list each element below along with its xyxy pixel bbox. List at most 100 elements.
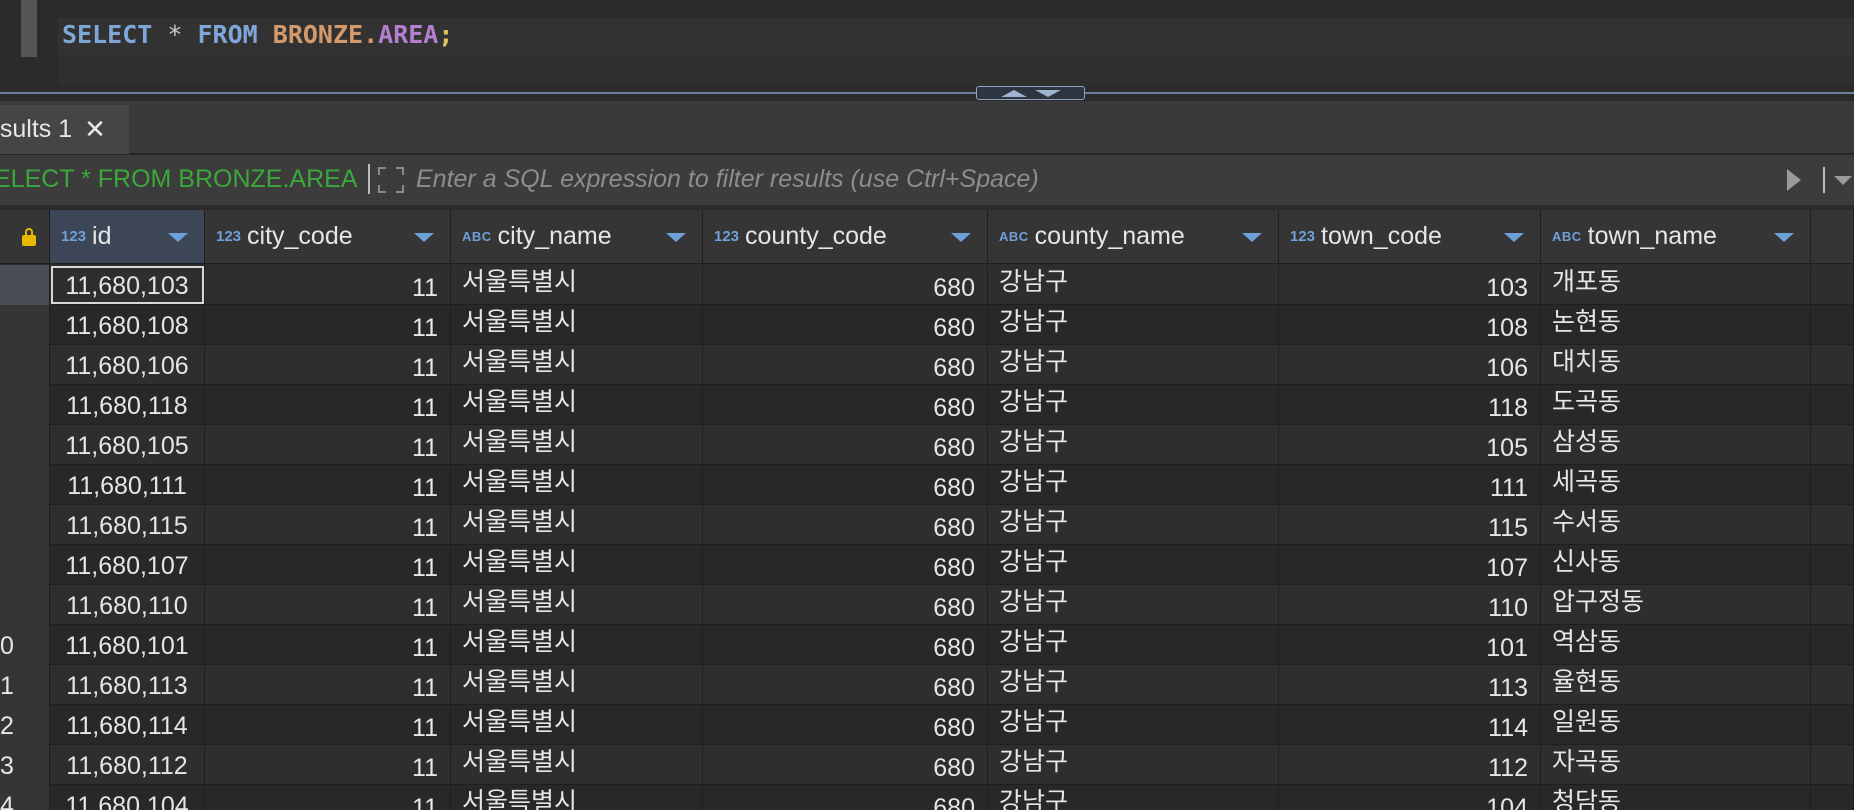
cell-city-name[interactable]: 서울특별시 <box>451 305 703 345</box>
cell-city-code[interactable]: 11 <box>205 705 451 745</box>
cell-id[interactable]: 11,680,115 <box>50 505 205 545</box>
cell-county-name[interactable]: 강남구 <box>988 305 1279 345</box>
table-row[interactable]: 0 11,680,101 11 서울특별시 680 강남구 101 역삼동 <box>0 625 1854 665</box>
cell-id[interactable]: 11,680,114 <box>50 705 205 745</box>
sql-statement[interactable]: SELECT * FROM BRONZE.AREA; <box>62 19 453 51</box>
cell-city-code[interactable]: 11 <box>205 785 451 810</box>
editor-empty-line[interactable] <box>58 56 1854 86</box>
row-number-cell[interactable] <box>0 265 50 305</box>
cell-county-name[interactable]: 강남구 <box>988 465 1279 505</box>
cell-city-code[interactable]: 11 <box>205 305 451 345</box>
table-row[interactable]: 11,680,110 11 서울특별시 680 강남구 110 압구정동 <box>0 585 1854 625</box>
cell-county-name[interactable]: 강남구 <box>988 625 1279 665</box>
cell-county-code[interactable]: 680 <box>703 305 988 345</box>
cell-county-code[interactable]: 680 <box>703 665 988 705</box>
cell-county-name[interactable]: 강남구 <box>988 385 1279 425</box>
cell-city-code[interactable]: 11 <box>205 585 451 625</box>
cell-town-name[interactable]: 역삼동 <box>1541 625 1811 665</box>
cell-city-code[interactable]: 11 <box>205 505 451 545</box>
row-number-cell[interactable]: 4 <box>0 785 50 810</box>
column-filter-icon[interactable] <box>951 233 971 242</box>
table-row[interactable]: 2 11,680,114 11 서울특별시 680 강남구 114 일원동 <box>0 705 1854 745</box>
column-filter-icon[interactable] <box>666 233 686 242</box>
cell-town-code[interactable]: 113 <box>1279 665 1541 705</box>
row-number-cell[interactable]: 3 <box>0 745 50 785</box>
sql-editor[interactable]: SELECT * FROM BRONZE.AREA; <box>0 0 1854 94</box>
cell-county-code[interactable]: 680 <box>703 505 988 545</box>
column-header-town-name[interactable]: ABC town_name <box>1541 210 1811 264</box>
cell-county-code[interactable]: 680 <box>703 265 988 305</box>
cell-town-name[interactable]: 압구정동 <box>1541 585 1811 625</box>
cell-county-name[interactable]: 강남구 <box>988 425 1279 465</box>
cell-city-code[interactable]: 11 <box>205 625 451 665</box>
cell-id[interactable]: 11,680,103 <box>50 265 205 305</box>
cell-id[interactable]: 11,680,106 <box>50 345 205 385</box>
row-number-cell[interactable] <box>0 425 50 465</box>
cell-county-code[interactable]: 680 <box>703 345 988 385</box>
row-number-cell[interactable] <box>0 465 50 505</box>
cell-city-code[interactable]: 11 <box>205 385 451 425</box>
cell-county-name[interactable]: 강남구 <box>988 345 1279 385</box>
cell-city-code[interactable]: 11 <box>205 545 451 585</box>
cell-city-name[interactable]: 서울특별시 <box>451 785 703 810</box>
cell-city-name[interactable]: 서울특별시 <box>451 385 703 425</box>
cell-city-name[interactable]: 서울특별시 <box>451 545 703 585</box>
cell-id[interactable]: 11,680,118 <box>50 385 205 425</box>
cell-city-name[interactable]: 서울특별시 <box>451 505 703 545</box>
cell-city-code[interactable]: 11 <box>205 465 451 505</box>
cell-id[interactable]: 11,680,113 <box>50 665 205 705</box>
close-icon[interactable]: ✕ <box>84 117 106 143</box>
cell-county-code[interactable]: 680 <box>703 785 988 810</box>
cell-town-code[interactable]: 106 <box>1279 345 1541 385</box>
cell-county-code[interactable]: 680 <box>703 425 988 465</box>
cell-id[interactable]: 11,680,111 <box>50 465 205 505</box>
cell-city-name[interactable]: 서울특별시 <box>451 745 703 785</box>
cell-county-name[interactable]: 강남구 <box>988 665 1279 705</box>
cell-city-name[interactable]: 서울특별시 <box>451 345 703 385</box>
cell-town-code[interactable]: 108 <box>1279 305 1541 345</box>
cell-id[interactable]: 11,680,110 <box>50 585 205 625</box>
cell-city-name[interactable]: 서울특별시 <box>451 705 703 745</box>
column-header-county-name[interactable]: ABC county_name <box>988 210 1279 264</box>
row-number-cell[interactable]: 1 <box>0 665 50 705</box>
cell-county-code[interactable]: 680 <box>703 585 988 625</box>
cell-county-name[interactable]: 강남구 <box>988 785 1279 810</box>
table-row[interactable]: 11,680,118 11 서울특별시 680 강남구 118 도곡동 <box>0 385 1854 425</box>
column-header-city-name[interactable]: ABC city_name <box>451 210 703 264</box>
cell-town-name[interactable]: 논현동 <box>1541 305 1811 345</box>
cell-town-code[interactable]: 114 <box>1279 705 1541 745</box>
column-header-id[interactable]: 123 id <box>50 210 205 264</box>
row-number-cell[interactable] <box>0 545 50 585</box>
cell-county-code[interactable]: 680 <box>703 465 988 505</box>
cell-county-name[interactable]: 강남구 <box>988 265 1279 305</box>
cell-town-name[interactable]: 삼성동 <box>1541 425 1811 465</box>
row-number-cell[interactable] <box>0 305 50 345</box>
table-row[interactable]: 11,680,103 11 서울특별시 680 강남구 103 개포동 <box>0 265 1854 305</box>
column-header-county-code[interactable]: 123 county_code <box>703 210 988 264</box>
cell-city-code[interactable]: 11 <box>205 345 451 385</box>
expand-icon[interactable] <box>378 167 404 193</box>
cell-city-code[interactable]: 11 <box>205 665 451 705</box>
cell-town-name[interactable]: 도곡동 <box>1541 385 1811 425</box>
cell-town-name[interactable]: 일원동 <box>1541 705 1811 745</box>
cell-city-name[interactable]: 서울특별시 <box>451 585 703 625</box>
cell-town-code[interactable]: 118 <box>1279 385 1541 425</box>
filter-history-dropdown-icon[interactable] <box>1834 176 1852 185</box>
cell-town-code[interactable]: 103 <box>1279 265 1541 305</box>
cell-county-name[interactable]: 강남구 <box>988 505 1279 545</box>
column-filter-icon[interactable] <box>1242 233 1262 242</box>
cell-id[interactable]: 11,680,101 <box>50 625 205 665</box>
cell-city-name[interactable]: 서울특별시 <box>451 465 703 505</box>
table-row[interactable]: 11,680,105 11 서울특별시 680 강남구 105 삼성동 <box>0 425 1854 465</box>
column-header-town-code[interactable]: 123 town_code <box>1279 210 1541 264</box>
cell-city-code[interactable]: 11 <box>205 425 451 465</box>
cell-city-name[interactable]: 서울특별시 <box>451 265 703 305</box>
cell-id[interactable]: 11,680,108 <box>50 305 205 345</box>
cell-city-name[interactable]: 서울특별시 <box>451 625 703 665</box>
column-filter-icon[interactable] <box>414 233 434 242</box>
cell-county-code[interactable]: 680 <box>703 385 988 425</box>
table-row[interactable]: 11,680,115 11 서울특별시 680 강남구 115 수서동 <box>0 505 1854 545</box>
cell-town-code[interactable]: 115 <box>1279 505 1541 545</box>
cell-id[interactable]: 11,680,107 <box>50 545 205 585</box>
filter-input[interactable]: Enter a SQL expression to filter results… <box>416 165 1039 194</box>
